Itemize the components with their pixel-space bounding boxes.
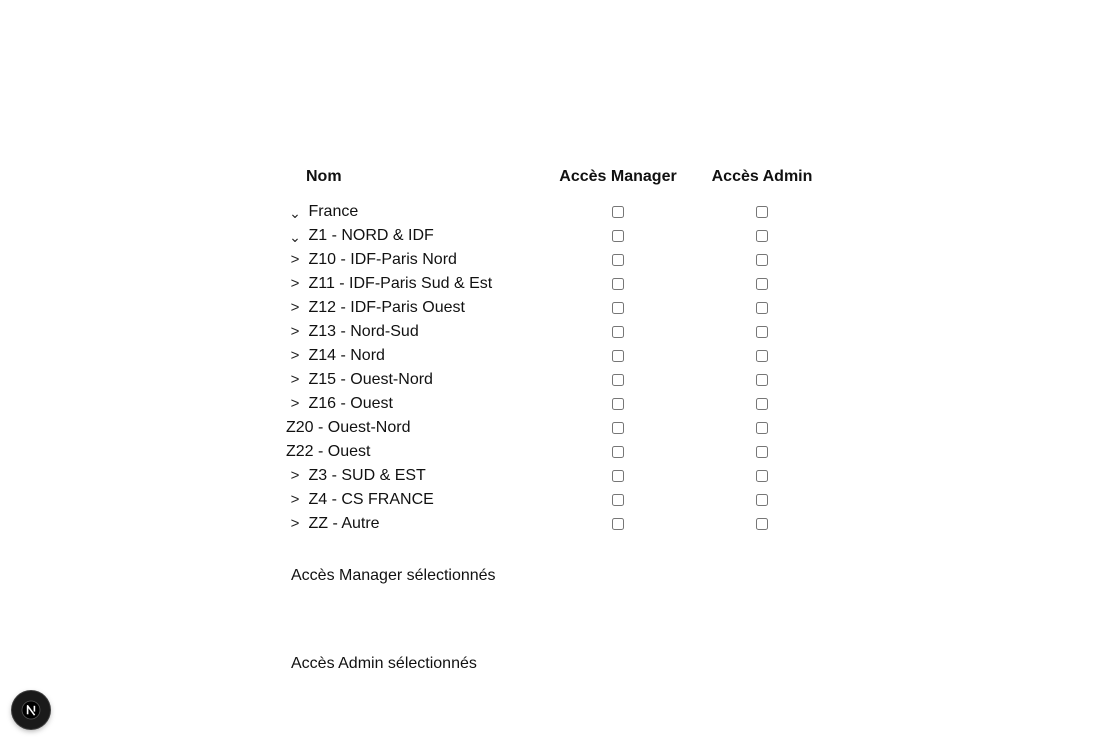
- chevron-right-icon[interactable]: >: [286, 275, 304, 292]
- manager-access-checkbox[interactable]: [612, 421, 624, 434]
- admin-access-checkbox[interactable]: [756, 229, 768, 242]
- manager-access-checkbox[interactable]: [612, 325, 624, 338]
- manager-access-checkbox[interactable]: [612, 277, 624, 290]
- manager-access-checkbox[interactable]: [612, 349, 624, 362]
- admin-access-checkbox[interactable]: [756, 397, 768, 410]
- tree-row: Z22 - Ouest: [286, 440, 830, 464]
- chevron-down-icon[interactable]: ⌄: [286, 205, 304, 222]
- tree-row: Z20 - Ouest-Nord: [286, 416, 830, 440]
- tree-node-label: Z1 - NORD & IDF: [308, 227, 434, 244]
- manager-access-checkbox[interactable]: [612, 517, 624, 530]
- admin-access-checkbox[interactable]: [756, 493, 768, 506]
- admin-access-checkbox[interactable]: [756, 469, 768, 482]
- manager-access-checkbox[interactable]: [612, 469, 624, 482]
- tree-row: > Z13 - Nord-Sud: [286, 320, 830, 344]
- tree-node: > Z15 - Ouest-Nord: [286, 368, 542, 392]
- tree-node: > Z14 - Nord: [286, 344, 542, 368]
- admin-access-checkbox[interactable]: [756, 349, 768, 362]
- chevron-right-icon[interactable]: >: [286, 371, 304, 388]
- tree-row: > Z10 - IDF-Paris Nord: [286, 248, 830, 272]
- manager-access-checkbox[interactable]: [612, 253, 624, 266]
- column-header-admin-access: Accès Admin: [711, 168, 813, 185]
- tree-node: > Z11 - IDF-Paris Sud & Est: [286, 272, 542, 296]
- tree-node-label: Z13 - Nord-Sud: [308, 323, 419, 340]
- tree-row: > Z11 - IDF-Paris Sud & Est: [286, 272, 830, 296]
- nextjs-dev-badge[interactable]: [12, 691, 50, 729]
- manager-access-checkbox[interactable]: [612, 445, 624, 458]
- chevron-right-icon[interactable]: >: [286, 491, 304, 508]
- chevron-right-icon[interactable]: >: [286, 347, 304, 364]
- admin-access-checkbox[interactable]: [756, 277, 768, 290]
- manager-access-checkbox[interactable]: [612, 493, 624, 506]
- column-header-manager-access: Accès Manager: [559, 168, 677, 185]
- tree-node: Z20 - Ouest-Nord: [286, 416, 542, 440]
- selected-admin-access-label: Accès Admin sélectionnés: [291, 655, 477, 672]
- permissions-tree-table: Nom Accès Manager Accès Admin ⌄ France ⌄…: [286, 162, 830, 536]
- column-header-name: Nom: [306, 168, 342, 185]
- tree-node: > Z13 - Nord-Sud: [286, 320, 542, 344]
- chevron-right-icon[interactable]: >: [286, 467, 304, 484]
- tree-row: > Z15 - Ouest-Nord: [286, 368, 830, 392]
- tree-row: > Z3 - SUD & EST: [286, 464, 830, 488]
- tree-row: > Z12 - IDF-Paris Ouest: [286, 296, 830, 320]
- tree-node-label: France: [308, 203, 359, 220]
- page: Nom Accès Manager Accès Admin ⌄ France ⌄…: [0, 0, 1106, 741]
- tree-node-label: Z3 - SUD & EST: [308, 467, 426, 484]
- tree-row: ⌄ Z1 - NORD & IDF: [286, 224, 830, 248]
- nextjs-logo-icon: [21, 700, 41, 720]
- admin-access-checkbox[interactable]: [756, 421, 768, 434]
- tree-node-label: Z14 - Nord: [308, 347, 385, 364]
- table-header-row: Nom Accès Manager Accès Admin: [286, 162, 830, 200]
- admin-access-checkbox[interactable]: [756, 253, 768, 266]
- admin-access-checkbox[interactable]: [756, 325, 768, 338]
- manager-access-checkbox[interactable]: [612, 301, 624, 314]
- chevron-right-icon[interactable]: >: [286, 251, 304, 268]
- tree-node-label: Z12 - IDF-Paris Ouest: [308, 299, 465, 316]
- admin-access-checkbox[interactable]: [756, 205, 768, 218]
- tree-node: > Z12 - IDF-Paris Ouest: [286, 296, 542, 320]
- chevron-right-icon[interactable]: >: [286, 395, 304, 412]
- manager-access-checkbox[interactable]: [612, 373, 624, 386]
- admin-access-checkbox[interactable]: [756, 517, 768, 530]
- tree-row: > Z16 - Ouest: [286, 392, 830, 416]
- tree-node: ⌄ France: [286, 200, 542, 224]
- tree-row: ⌄ France: [286, 200, 830, 224]
- tree-node-label: Z15 - Ouest-Nord: [308, 371, 433, 388]
- tree-node-label: ZZ - Autre: [308, 515, 380, 532]
- chevron-right-icon[interactable]: >: [286, 299, 304, 316]
- admin-access-checkbox[interactable]: [756, 445, 768, 458]
- tree-node-label: Z11 - IDF-Paris Sud & Est: [308, 275, 493, 292]
- tree-node-label: Z16 - Ouest: [308, 395, 393, 412]
- chevron-right-icon[interactable]: >: [286, 515, 304, 532]
- tree-node-label: Z22 - Ouest: [286, 443, 371, 460]
- tree-row: > Z14 - Nord: [286, 344, 830, 368]
- tree-row: > Z4 - CS FRANCE: [286, 488, 830, 512]
- tree-node-label: Z20 - Ouest-Nord: [286, 419, 411, 436]
- tree-node-label: Z10 - IDF-Paris Nord: [308, 251, 457, 268]
- tree-node: > Z10 - IDF-Paris Nord: [286, 248, 542, 272]
- manager-access-checkbox[interactable]: [612, 205, 624, 218]
- chevron-right-icon[interactable]: >: [286, 323, 304, 340]
- tree-node: > ZZ - Autre: [286, 512, 542, 536]
- tree-node-label: Z4 - CS FRANCE: [308, 491, 434, 508]
- tree-node: > Z3 - SUD & EST: [286, 464, 542, 488]
- admin-access-checkbox[interactable]: [756, 301, 768, 314]
- admin-access-checkbox[interactable]: [756, 373, 768, 386]
- tree-row: > ZZ - Autre: [286, 512, 830, 536]
- tree-node: Z22 - Ouest: [286, 440, 542, 464]
- chevron-down-icon[interactable]: ⌄: [286, 229, 304, 246]
- manager-access-checkbox[interactable]: [612, 397, 624, 410]
- tree-node: > Z16 - Ouest: [286, 392, 542, 416]
- manager-access-checkbox[interactable]: [612, 229, 624, 242]
- tree-node: > Z4 - CS FRANCE: [286, 488, 542, 512]
- selected-manager-access-label: Accès Manager sélectionnés: [291, 567, 496, 584]
- tree-node: ⌄ Z1 - NORD & IDF: [286, 224, 542, 248]
